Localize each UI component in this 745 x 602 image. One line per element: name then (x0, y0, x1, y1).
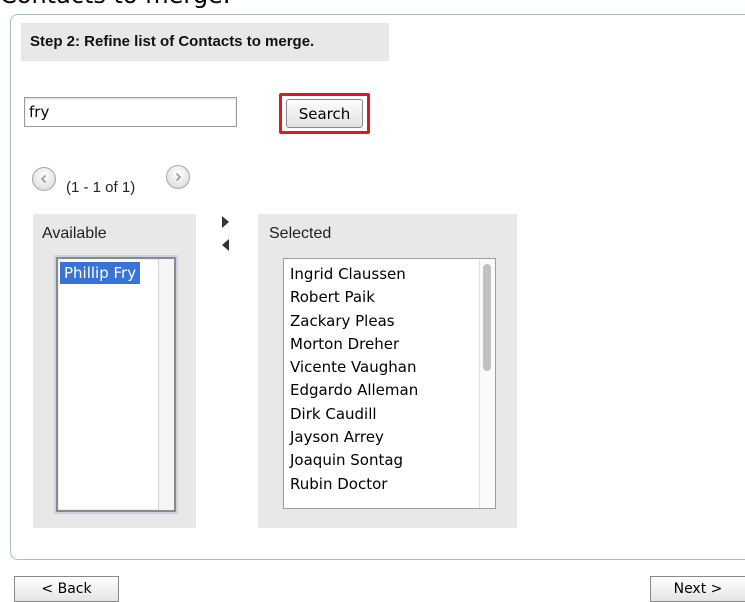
next-page-button[interactable] (166, 165, 190, 189)
back-button[interactable]: < Back (14, 576, 119, 602)
list-item[interactable]: Zackary Pleas (290, 310, 418, 333)
list-item[interactable]: Joaquin Sontag (290, 449, 418, 472)
list-item[interactable]: Vicente Vaughan (290, 356, 418, 379)
selected-label: Selected (269, 225, 332, 242)
next-button[interactable]: Next > (650, 576, 745, 602)
chevron-left-icon (40, 174, 47, 184)
scrollbar-thumb[interactable] (483, 264, 491, 371)
selected-list[interactable]: Ingrid Claussen Robert Paik Zackary Plea… (283, 258, 496, 509)
move-right-icon[interactable] (222, 216, 229, 228)
prev-page-button[interactable] (32, 167, 56, 191)
selected-scrollbar[interactable] (479, 259, 495, 508)
list-item[interactable]: Jayson Arrey (290, 426, 418, 449)
search-input[interactable] (24, 97, 237, 127)
list-item[interactable]: Phillip Fry (60, 262, 141, 284)
list-item[interactable]: Dirk Caudill (290, 403, 418, 426)
chevron-right-icon (175, 172, 182, 182)
available-scrollbar[interactable] (158, 259, 174, 510)
move-left-icon[interactable] (222, 239, 229, 251)
available-list[interactable]: Phillip Fry (56, 257, 176, 512)
step-header: Step 2: Refine list of Contacts to merge… (21, 23, 389, 61)
pager-text: (1 - 1 of 1) (66, 179, 136, 196)
list-item[interactable]: Morton Dreher (290, 333, 418, 356)
top-caption: Contacts to merge. (0, 0, 745, 10)
list-item[interactable]: Rubin Doctor (290, 473, 418, 496)
list-item[interactable]: Edgardo Alleman (290, 379, 418, 402)
search-button[interactable]: Search (286, 99, 363, 128)
list-item[interactable]: Ingrid Claussen (290, 263, 418, 286)
available-label: Available (42, 225, 107, 242)
list-item[interactable]: Robert Paik (290, 286, 418, 309)
